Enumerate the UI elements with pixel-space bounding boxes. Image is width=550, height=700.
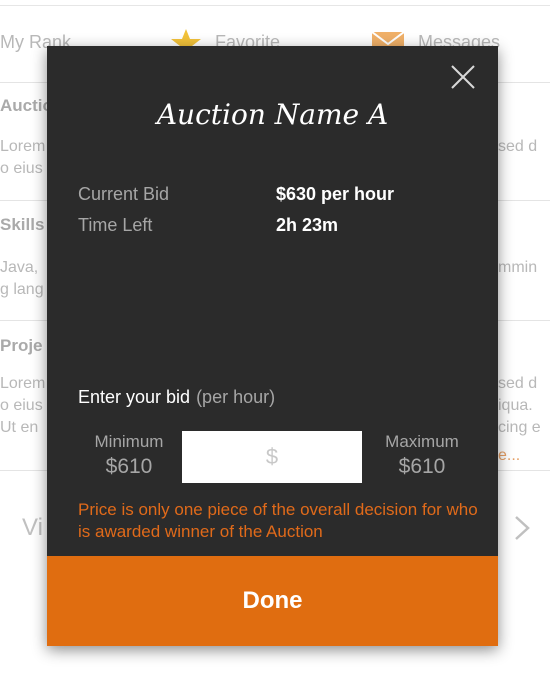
section-line: g lang (0, 281, 44, 298)
minimum-value: $610 (105, 455, 153, 478)
chevron-right-icon[interactable] (512, 514, 532, 547)
time-left-label: Time Left (78, 215, 153, 235)
current-bid-label: Current Bid (78, 184, 170, 204)
section-title-skills: Skills (0, 215, 45, 234)
close-icon[interactable] (448, 62, 478, 92)
maximum-value: $610 (398, 455, 446, 478)
bid-prompt-unit: (per hour) (196, 387, 276, 407)
section-line: o eius (0, 397, 43, 414)
section-line: iqua. (498, 397, 533, 414)
bid-amount-input[interactable] (182, 431, 362, 483)
section-line: Java, (0, 259, 39, 276)
current-bid-value: $630 per hour (276, 184, 395, 204)
section-line: sed d (498, 375, 538, 392)
section-line: cing e (498, 419, 541, 436)
time-left-value: 2h 23m (276, 215, 339, 235)
read-more-link[interactable]: e... (498, 447, 520, 465)
minimum-label: Minimum (94, 432, 164, 451)
done-button[interactable]: Done (47, 556, 498, 646)
maximum-label: Maximum (385, 432, 459, 451)
section-title-auction: Auctio (0, 96, 53, 115)
section-line: o eius (0, 160, 43, 177)
section-title-projects: Proje (0, 336, 43, 355)
bid-prompt-label: Enter your bid (78, 387, 191, 407)
section-line: mmin (498, 259, 538, 276)
section-line: Ut en (0, 419, 39, 436)
modal-title: Auction Name A (156, 98, 389, 131)
section-line: Lorem (0, 138, 46, 155)
bid-prompt: Enter your bid (per hour) (78, 387, 275, 408)
view-all-link[interactable]: Vi (22, 514, 43, 542)
section-line: Lorem (0, 375, 46, 392)
bid-modal: Auction Name A Current Bid $630 per hour… (47, 46, 498, 646)
price-warning: Price is only one piece of the overall d… (78, 500, 478, 541)
section-line: sed d (498, 138, 538, 155)
top-divider (0, 5, 550, 6)
